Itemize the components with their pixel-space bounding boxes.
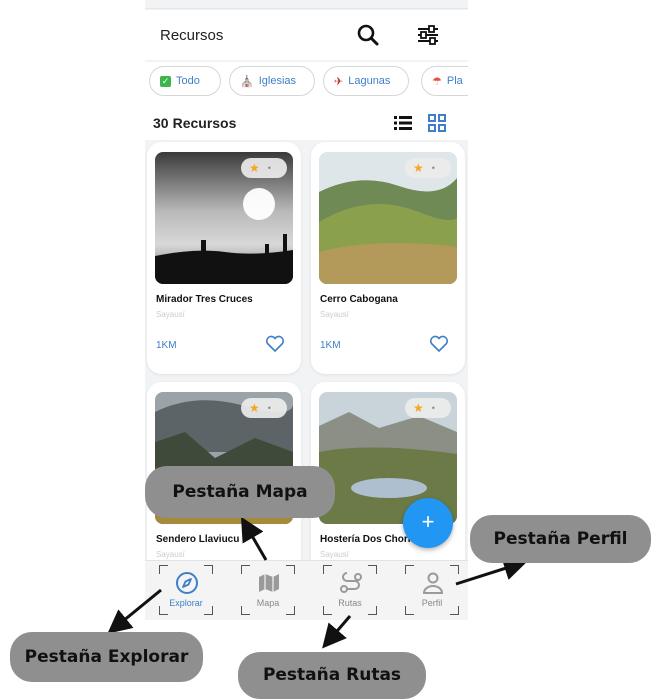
filter-chips: ✓ Todo ⛪ Iglesias ✈ Lagunas ☂ Pla	[145, 62, 468, 104]
heart-icon[interactable]	[265, 335, 285, 353]
header-bar: Recursos	[145, 10, 468, 60]
sliders-icon[interactable]	[415, 22, 441, 48]
add-button[interactable]: +	[403, 498, 453, 548]
page-title: Recursos	[160, 27, 224, 44]
callout-perfil: Pestaña Perfil	[470, 515, 651, 563]
heart-icon[interactable]	[429, 335, 449, 353]
card-title: Mirador Tres Cruces	[156, 294, 253, 305]
app-screen: Recursos ✓ Todo ⛪ Iglesias ✈ Lagunas ☂ P…	[145, 0, 468, 620]
rating-badge[interactable]: ★ •	[241, 158, 287, 178]
callout-mapa: Pestaña Mapa	[145, 466, 335, 518]
tab-explorar[interactable]: Explorar	[159, 565, 213, 615]
callout-explorar: Pestaña Explorar	[10, 632, 203, 682]
rating-badge[interactable]: ★ •	[241, 398, 287, 418]
tab-label: Mapa	[256, 598, 280, 608]
search-icon[interactable]	[355, 22, 381, 48]
grid-view-icon[interactable]	[427, 114, 447, 132]
canoe-icon: ✈	[334, 75, 344, 88]
tab-label: Explorar	[169, 598, 203, 608]
results-row: 30 Recursos	[145, 104, 468, 140]
tab-mapa[interactable]: Mapa	[241, 565, 295, 615]
callout-rutas: Pestaña Rutas	[238, 652, 426, 699]
tab-rutas[interactable]: Rutas	[323, 565, 377, 615]
tab-label: Rutas	[338, 598, 362, 608]
card-distance: 1KM	[320, 340, 341, 351]
tab-perfil[interactable]: Perfil	[405, 565, 459, 615]
map-icon	[259, 574, 279, 592]
top-divider	[145, 8, 468, 9]
card-location: Sayausí	[156, 310, 185, 319]
person-icon	[422, 572, 444, 594]
chip-todo[interactable]: ✓ Todo	[149, 66, 221, 96]
compass-icon	[176, 572, 198, 594]
beach-icon: ☂	[432, 75, 442, 88]
chip-playas[interactable]: ☂ Pla	[421, 66, 468, 96]
resource-card[interactable]: ★ • Cerro Cabogana Sayausí 1KM	[311, 142, 465, 374]
bottom-nav: Explorar Mapa Rutas Perfil	[145, 560, 468, 620]
card-location: Sayausí	[320, 550, 349, 559]
resource-card[interactable]: ★ • Mirador Tres Cruces Sayausí 1KM	[147, 142, 301, 374]
chip-lagunas[interactable]: ✈ Lagunas	[323, 66, 409, 96]
rating-badge[interactable]: ★ •	[405, 398, 451, 418]
card-title: Hostería Dos Chorr	[320, 534, 412, 545]
tab-label: Perfil	[421, 598, 443, 608]
church-icon: ⛪	[240, 75, 254, 88]
card-location: Sayausí	[320, 310, 349, 319]
card-distance: 1KM	[156, 340, 177, 351]
card-title: Sendero Llaviucu	[156, 534, 240, 545]
route-icon	[340, 572, 362, 593]
checkbox-icon: ✓	[160, 75, 171, 87]
card-title: Cerro Cabogana	[320, 294, 398, 305]
list-view-icon[interactable]	[393, 114, 413, 132]
results-count: 30 Recursos	[153, 115, 237, 131]
card-location: Sayausí	[156, 550, 185, 559]
rating-badge[interactable]: ★ •	[405, 158, 451, 178]
chip-iglesias[interactable]: ⛪ Iglesias	[229, 66, 315, 96]
